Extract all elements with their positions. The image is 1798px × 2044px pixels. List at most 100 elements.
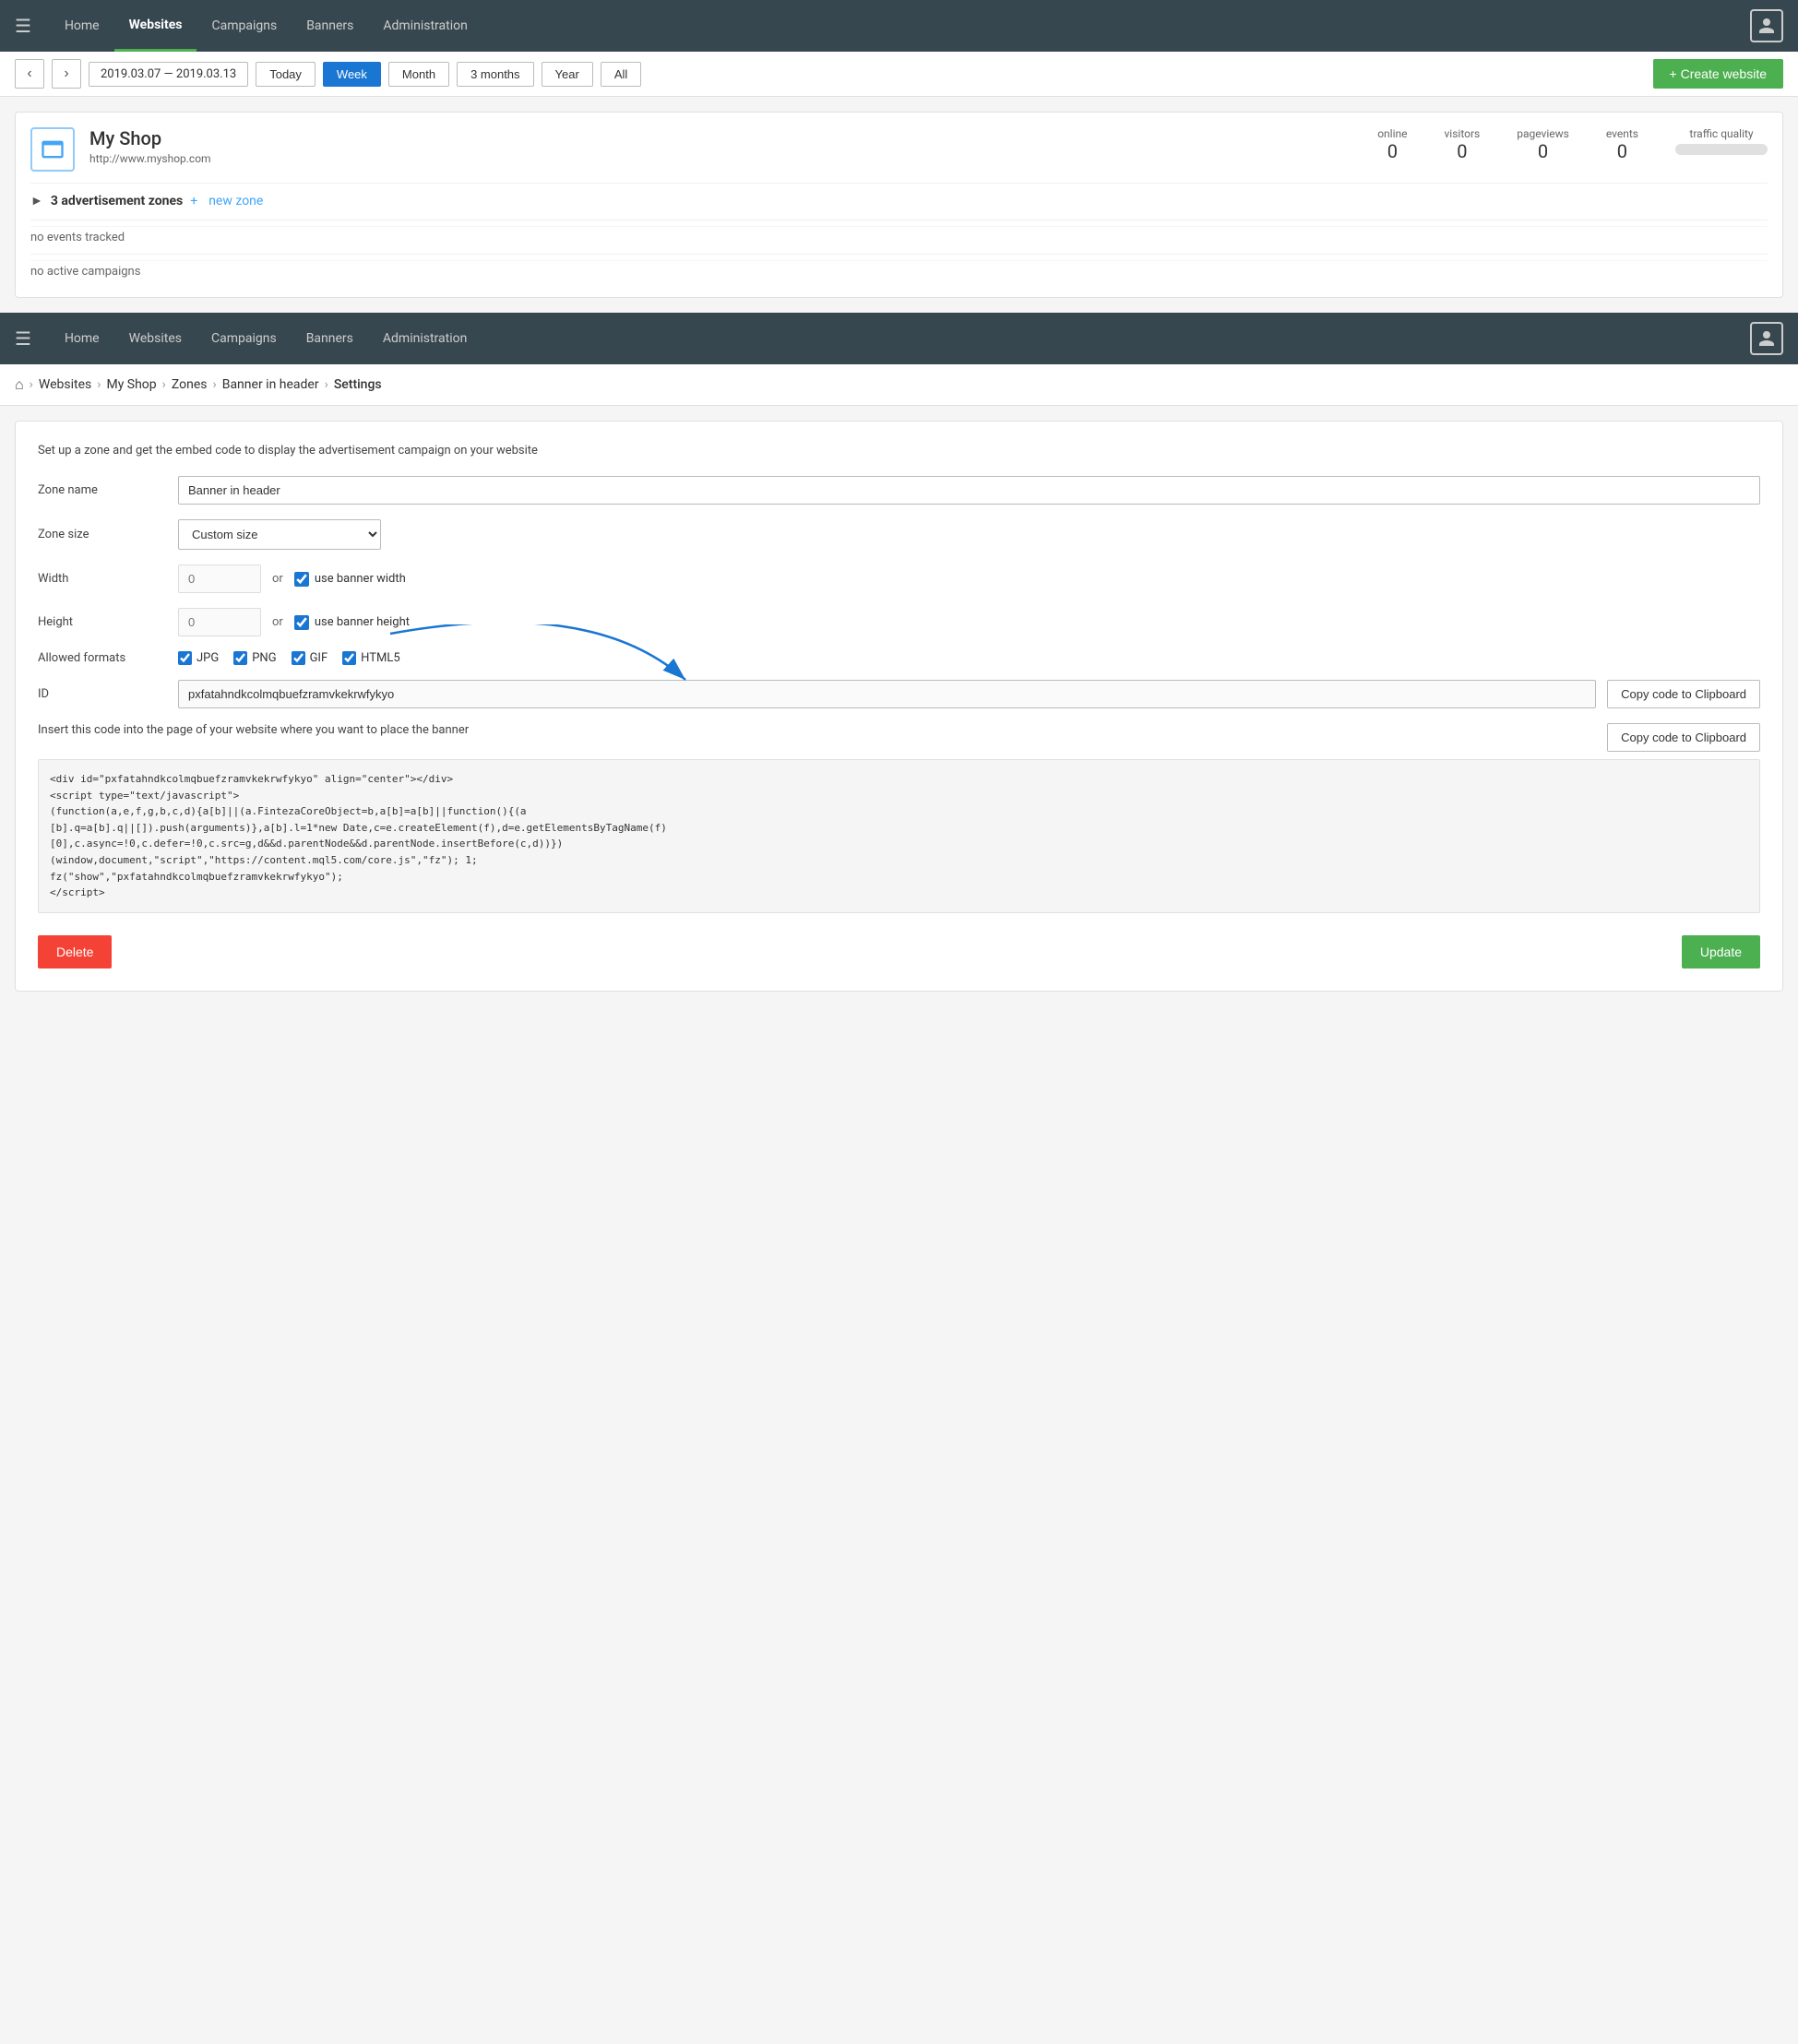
use-banner-height-checkbox[interactable]: [294, 615, 309, 630]
traffic-bar: [1675, 144, 1768, 155]
use-banner-height-text: use banner height: [315, 615, 410, 629]
settings-description: Set up a zone and get the embed code to …: [38, 444, 1760, 458]
width-input[interactable]: [178, 564, 261, 593]
no-campaigns-text: no active campaigns: [30, 260, 1768, 282]
format-gif-checkbox[interactable]: [292, 651, 305, 665]
stat-events: events 0: [1606, 127, 1638, 162]
stat-pageviews: pageviews 0: [1517, 127, 1569, 162]
zones-label: 3 advertisement zones: [51, 194, 183, 208]
width-label: Width: [38, 572, 167, 586]
navbar-top: ☰ Home Websites Campaigns Banners Admini…: [0, 0, 1798, 52]
formats-row: Allowed formats JPG PNG GIF HTML5: [38, 651, 1760, 665]
new-zone-link[interactable]: new zone: [208, 194, 263, 208]
nav2-websites[interactable]: Websites: [114, 315, 196, 362]
month-btn[interactable]: Month: [388, 62, 449, 87]
zone-name-label: Zone name: [38, 483, 167, 497]
height-row: Height or use banner height: [38, 608, 1760, 636]
height-input[interactable]: [178, 608, 261, 636]
website-icon: [30, 127, 75, 172]
zone-name-input[interactable]: [178, 476, 1760, 505]
nav2-banners[interactable]: Banners: [292, 315, 368, 362]
nav2-administration[interactable]: Administration: [368, 315, 482, 362]
use-banner-width-text: use banner width: [315, 572, 406, 586]
home-icon[interactable]: ⌂: [15, 375, 24, 394]
nav-right: [1750, 9, 1783, 42]
website-card: My Shop http://www.myshop.com online 0 v…: [30, 127, 1768, 172]
breadcrumb-zones[interactable]: Zones: [172, 377, 208, 392]
next-btn[interactable]: ›: [52, 59, 81, 89]
update-btn[interactable]: Update: [1682, 935, 1760, 969]
breadcrumb-websites[interactable]: Websites: [39, 377, 91, 392]
website-name: My Shop: [89, 127, 1363, 149]
zone-size-row: Zone size Custom size: [38, 519, 1760, 550]
or-text-width: or: [272, 572, 283, 586]
or-text-height: or: [272, 615, 283, 629]
expand-icon[interactable]: ►: [30, 193, 43, 208]
nav-banners[interactable]: Banners: [292, 2, 368, 50]
format-gif: GIF: [292, 651, 328, 665]
settings-section: Set up a zone and get the embed code to …: [15, 421, 1783, 992]
hamburger-menu-icon-2[interactable]: ☰: [15, 327, 31, 350]
stat-visitors: visitors 0: [1444, 127, 1480, 162]
embed-description: Insert this code into the page of your w…: [38, 723, 1596, 737]
format-jpg-checkbox[interactable]: [178, 651, 192, 665]
website-info: My Shop http://www.myshop.com: [89, 127, 1363, 166]
year-btn[interactable]: Year: [542, 62, 593, 87]
breadcrumb-myshop[interactable]: My Shop: [106, 377, 156, 392]
create-website-btn[interactable]: + Create website: [1653, 59, 1783, 89]
week-btn[interactable]: Week: [323, 62, 381, 87]
prev-btn[interactable]: ‹: [15, 59, 44, 89]
nav-campaigns[interactable]: Campaigns: [196, 2, 292, 50]
format-html5: HTML5: [342, 651, 400, 665]
nav-links-bottom: Home Websites Campaigns Banners Administ…: [50, 315, 1750, 362]
formats-list: JPG PNG GIF HTML5: [178, 651, 400, 665]
formats-label: Allowed formats: [38, 651, 167, 665]
actions-row: Delete Update: [38, 935, 1760, 969]
format-html5-checkbox[interactable]: [342, 651, 356, 665]
id-row: ID Copy code to Clipboard: [38, 680, 1760, 708]
toolbar: ‹ › 2019.03.07 — 2019.03.13 Today Week M…: [0, 52, 1798, 97]
use-banner-width-checkbox[interactable]: [294, 572, 309, 587]
id-label: ID: [38, 687, 167, 701]
use-banner-height-label: use banner height: [294, 615, 410, 630]
nav-administration[interactable]: Administration: [368, 2, 482, 50]
width-row: Width or use banner width: [38, 564, 1760, 593]
embed-section: Insert this code into the page of your w…: [38, 723, 1760, 913]
user-icon[interactable]: [1750, 9, 1783, 42]
breadcrumb: ⌂ › Websites › My Shop › Zones › Banner …: [0, 364, 1798, 406]
ad-zones-row: ► 3 advertisement zones + new zone: [30, 183, 1768, 214]
delete-btn[interactable]: Delete: [38, 935, 112, 969]
nav2-campaigns[interactable]: Campaigns: [196, 315, 292, 362]
format-jpg: JPG: [178, 651, 219, 665]
code-block: <div id="pxfatahndkcolmqbuefzramvkekrwfy…: [38, 759, 1760, 913]
today-btn[interactable]: Today: [256, 62, 316, 87]
nav-home[interactable]: Home: [50, 2, 114, 50]
stat-online: online 0: [1377, 127, 1407, 162]
height-label: Height: [38, 615, 167, 629]
hamburger-menu-icon[interactable]: ☰: [15, 15, 31, 37]
copy-id-btn[interactable]: Copy code to Clipboard: [1607, 680, 1760, 708]
nav-websites[interactable]: Websites: [114, 1, 197, 52]
three-months-btn[interactable]: 3 months: [457, 62, 533, 87]
zone-size-select[interactable]: Custom size: [178, 519, 381, 550]
breadcrumb-banner[interactable]: Banner in header: [222, 377, 319, 392]
website-stats: online 0 visitors 0 pageviews 0 events 0…: [1377, 127, 1768, 162]
nav-links-top: Home Websites Campaigns Banners Administ…: [50, 1, 1750, 52]
nav2-home[interactable]: Home: [50, 315, 114, 362]
navbar-bottom: ☰ Home Websites Campaigns Banners Admini…: [0, 313, 1798, 364]
zone-name-row: Zone name: [38, 476, 1760, 505]
nav-right-2: [1750, 322, 1783, 355]
id-input[interactable]: [178, 680, 1596, 708]
date-range: 2019.03.07 — 2019.03.13: [89, 62, 248, 87]
zone-size-label: Zone size: [38, 528, 167, 541]
all-btn[interactable]: All: [601, 62, 641, 87]
use-banner-width-label: use banner width: [294, 572, 406, 587]
format-png-checkbox[interactable]: [233, 651, 247, 665]
no-events-text: no events tracked: [30, 226, 1768, 248]
website-url[interactable]: http://www.myshop.com: [89, 152, 211, 165]
format-png: PNG: [233, 651, 276, 665]
user-icon-2[interactable]: [1750, 322, 1783, 355]
copy-embed-btn[interactable]: Copy code to Clipboard: [1607, 723, 1760, 752]
website-section: My Shop http://www.myshop.com online 0 v…: [15, 112, 1783, 298]
stat-traffic: traffic quality: [1675, 127, 1768, 162]
